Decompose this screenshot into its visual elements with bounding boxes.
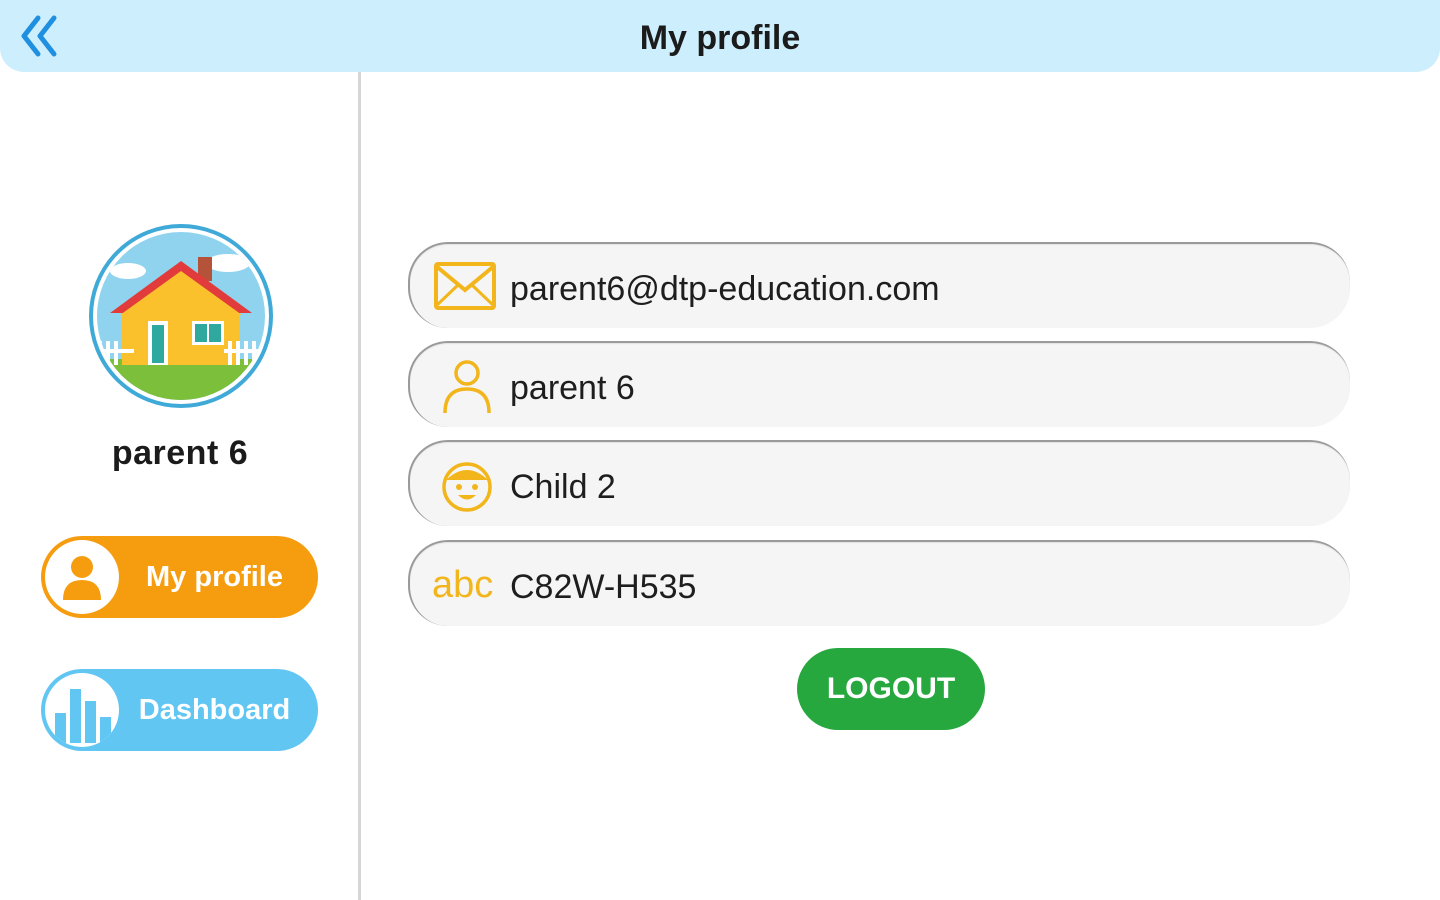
profile-name: parent 6 [111,434,249,472]
code-value: C82W-H535 [510,568,697,606]
sidebar-item-dashboard[interactable]: Dashboard [41,669,318,751]
child-field: Child 2 [408,440,1350,526]
logout-button[interactable]: LOGOUT [797,648,985,730]
name-value: parent 6 [510,369,635,407]
child-face-icon [442,462,492,512]
bar-chart-icon [55,689,111,743]
abc-icon: abc [432,564,494,606]
name-field: parent 6 [408,341,1350,427]
person-outline-icon [443,360,491,413]
nav-icon-circle [45,673,119,747]
avatar [88,223,274,409]
sidebar-item-label: My profile [146,561,283,593]
nav-icon-circle [45,540,119,614]
child-value: Child 2 [510,468,616,506]
page-title: My profile [639,19,801,57]
sidebar-divider [358,72,361,900]
sidebar-item-my-profile[interactable]: My profile [41,536,318,618]
person-icon [63,556,101,600]
sidebar-item-label: Dashboard [138,694,291,726]
house-avatar-icon [89,224,273,408]
top-bar: My profile [0,0,1440,72]
envelope-icon [434,262,496,310]
email-value: parent6@dtp-education.com [510,270,940,308]
code-field: abc C82W-H535 [408,540,1350,626]
email-field: parent6@dtp-education.com [408,242,1350,328]
